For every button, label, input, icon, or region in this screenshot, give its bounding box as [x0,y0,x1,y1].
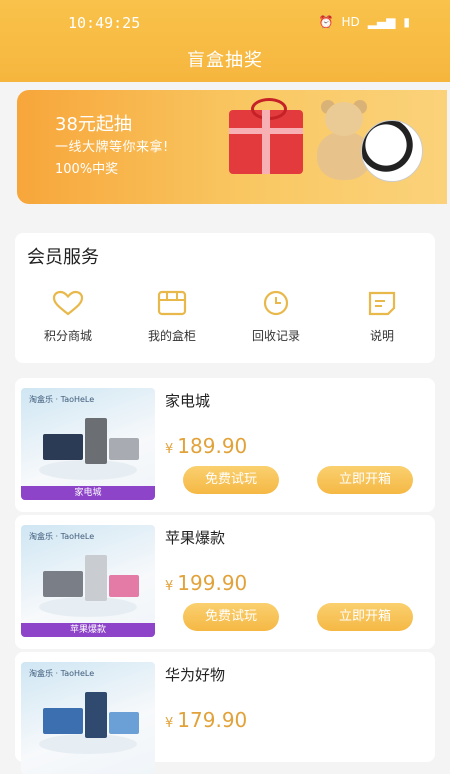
open-box-button[interactable]: 立即开箱 [317,603,413,631]
image-label: 家电城 [21,486,155,500]
alarm-icon: ⏰ [318,15,334,29]
currency-symbol: ¥ [165,579,174,594]
service-points-mall[interactable]: 积分商城 [23,289,113,344]
product-card[interactable]: 淘盒乐 · TaoHeLe 苹果爆款 苹果爆款 ¥199.90 免费试玩 立即开… [15,515,435,649]
currency-symbol: ¥ [165,716,174,731]
open-box-button[interactable]: 立即开箱 [317,466,413,494]
banner-subline: 一线大牌等你来拿! [55,140,169,155]
product-card[interactable]: 淘盒乐 · TaoHeLe 家电城 家电城 ¥189.90 免费试玩 立即开箱 [15,378,435,512]
service-label: 说明 [369,329,394,343]
product-image: 淘盒乐 · TaoHeLe 家电城 [21,388,155,500]
service-label: 回收记录 [251,329,300,343]
status-bar: 10:49:25 ⏰ HD ▂▄▆ ▮ [0,10,450,36]
banner-headline: 38元起抽 [55,114,132,135]
free-trial-button[interactable]: 免费试玩 [183,466,279,494]
clock-icon [263,290,289,316]
image-label: 苹果爆款 [21,623,155,637]
service-recycle-records[interactable]: 回收记录 [231,289,321,344]
price-value: 189.90 [177,434,248,458]
service-label: 积分商城 [43,329,92,343]
hd-icon: HD [341,15,360,29]
service-instructions[interactable]: 说明 [337,289,427,344]
free-trial-button[interactable]: 免费试玩 [183,603,279,631]
product-card[interactable]: 淘盒乐 · TaoHeLe 华为好物 ¥179.90 [15,652,435,774]
image-tag: 淘盒乐 · TaoHeLe [29,395,95,404]
product-name: 苹果爆款 [165,529,226,547]
app-header: 10:49:25 ⏰ HD ▂▄▆ ▮ 盲盒抽奖 [0,0,450,82]
status-time: 10:49:25 [68,14,141,32]
product-name: 华为好物 [165,666,226,684]
promo-banner[interactable]: 38元起抽 一线大牌等你来拿! 100%中奖 [17,90,447,204]
image-tag: 淘盒乐 · TaoHeLe [29,532,95,541]
image-tag: 淘盒乐 · TaoHeLe [29,669,95,678]
price-value: 179.90 [177,708,248,732]
member-services-card: 会员服务 积分商城 我的盒柜 回收记录 说明 [15,233,435,363]
price-value: 199.90 [177,571,248,595]
member-services-title: 会员服务 [27,247,99,268]
product-image: 淘盒乐 · TaoHeLe [21,662,155,774]
page-title: 盲盒抽奖 [187,50,263,71]
soccer-ball-image [361,120,423,182]
product-name: 家电城 [165,392,211,410]
currency-symbol: ¥ [165,442,174,457]
service-label: 我的盒柜 [147,329,196,343]
signal-icon: ▂▄▆ [367,15,396,29]
banner-guarantee: 100%中奖 [55,162,119,177]
service-my-cabinet[interactable]: 我的盒柜 [127,289,217,344]
heart-icon [52,290,84,316]
gift-box-image [229,98,303,174]
battery-icon: ▮ [403,15,410,29]
product-price: ¥199.90 [165,571,247,595]
note-icon [368,291,396,316]
product-price: ¥179.90 [165,708,247,732]
cabinet-icon [157,290,187,316]
product-price: ¥189.90 [165,434,247,458]
product-image: 淘盒乐 · TaoHeLe 苹果爆款 [21,525,155,637]
status-icons: ⏰ HD ▂▄▆ ▮ [318,14,410,30]
